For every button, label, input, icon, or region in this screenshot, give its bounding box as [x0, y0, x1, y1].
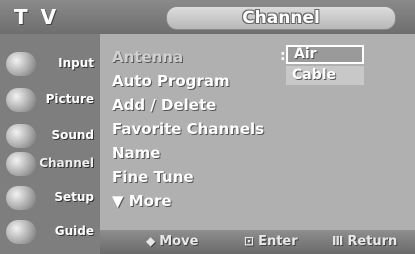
menu-item-fine-tune[interactable]: Fine Tune: [112, 168, 312, 188]
setup-icon: [6, 186, 36, 210]
sound-icon: [6, 124, 36, 148]
menu-item-auto-program[interactable]: Auto Program: [112, 72, 312, 92]
hint-bar: ◆ Move ⊡ Enter Ⅲ Return: [100, 230, 415, 254]
sidebar-item-label: Channel: [39, 156, 94, 170]
sidebar-item-setup[interactable]: Setup: [4, 184, 98, 212]
sidebar-item-channel[interactable]: Channel: [4, 150, 98, 178]
return-icon: Ⅲ: [332, 234, 344, 248]
menu-item-more[interactable]: ▼ More: [112, 192, 312, 212]
channel-menu-panel: Antenna : Auto Program Add / Delete Favo…: [100, 34, 415, 254]
enter-hint: ⊡ Enter: [244, 234, 298, 250]
menu-title-pill: Channel: [166, 6, 396, 30]
input-icon: [6, 52, 36, 76]
menu-item-name[interactable]: Name: [112, 144, 312, 164]
sidebar-item-guide[interactable]: Guide: [4, 218, 98, 246]
move-icon: ◆: [146, 234, 156, 248]
picture-icon: [6, 88, 36, 112]
antenna-option-air[interactable]: Air: [286, 45, 364, 64]
return-hint-label: Return: [347, 234, 398, 249]
sidebar-item-picture[interactable]: Picture: [4, 86, 98, 114]
move-hint: ◆ Move: [146, 234, 198, 250]
menu-item-add-delete[interactable]: Add / Delete: [112, 96, 312, 116]
antenna-dropdown[interactable]: Air Cable: [286, 45, 364, 85]
sidebar-item-label: Sound: [51, 128, 94, 142]
sidebar: Input Picture Sound Channel Setup Guide: [0, 34, 100, 254]
tv-channel-menu-screen: T V Channel Input Picture Sound Channel …: [0, 0, 415, 254]
sidebar-item-sound[interactable]: Sound: [4, 122, 98, 150]
enter-icon: ⊡: [244, 234, 255, 248]
return-hint: Ⅲ Return: [332, 234, 397, 250]
sidebar-item-label: Input: [58, 56, 94, 70]
enter-hint-label: Enter: [258, 234, 298, 249]
sidebar-item-input[interactable]: Input: [4, 50, 98, 78]
antenna-option-cable[interactable]: Cable: [286, 66, 364, 85]
sidebar-item-label: Guide: [54, 224, 94, 238]
guide-icon: [6, 220, 36, 244]
menu-item-favorite-channels[interactable]: Favorite Channels: [112, 120, 312, 140]
move-hint-label: Move: [159, 234, 199, 249]
sidebar-item-label: Picture: [45, 92, 94, 106]
sidebar-item-label: Setup: [54, 190, 94, 204]
top-bar: T V Channel: [0, 0, 415, 34]
channel-icon: [6, 152, 36, 176]
menu-title: Channel: [242, 8, 320, 28]
tv-label: T V: [14, 5, 60, 29]
